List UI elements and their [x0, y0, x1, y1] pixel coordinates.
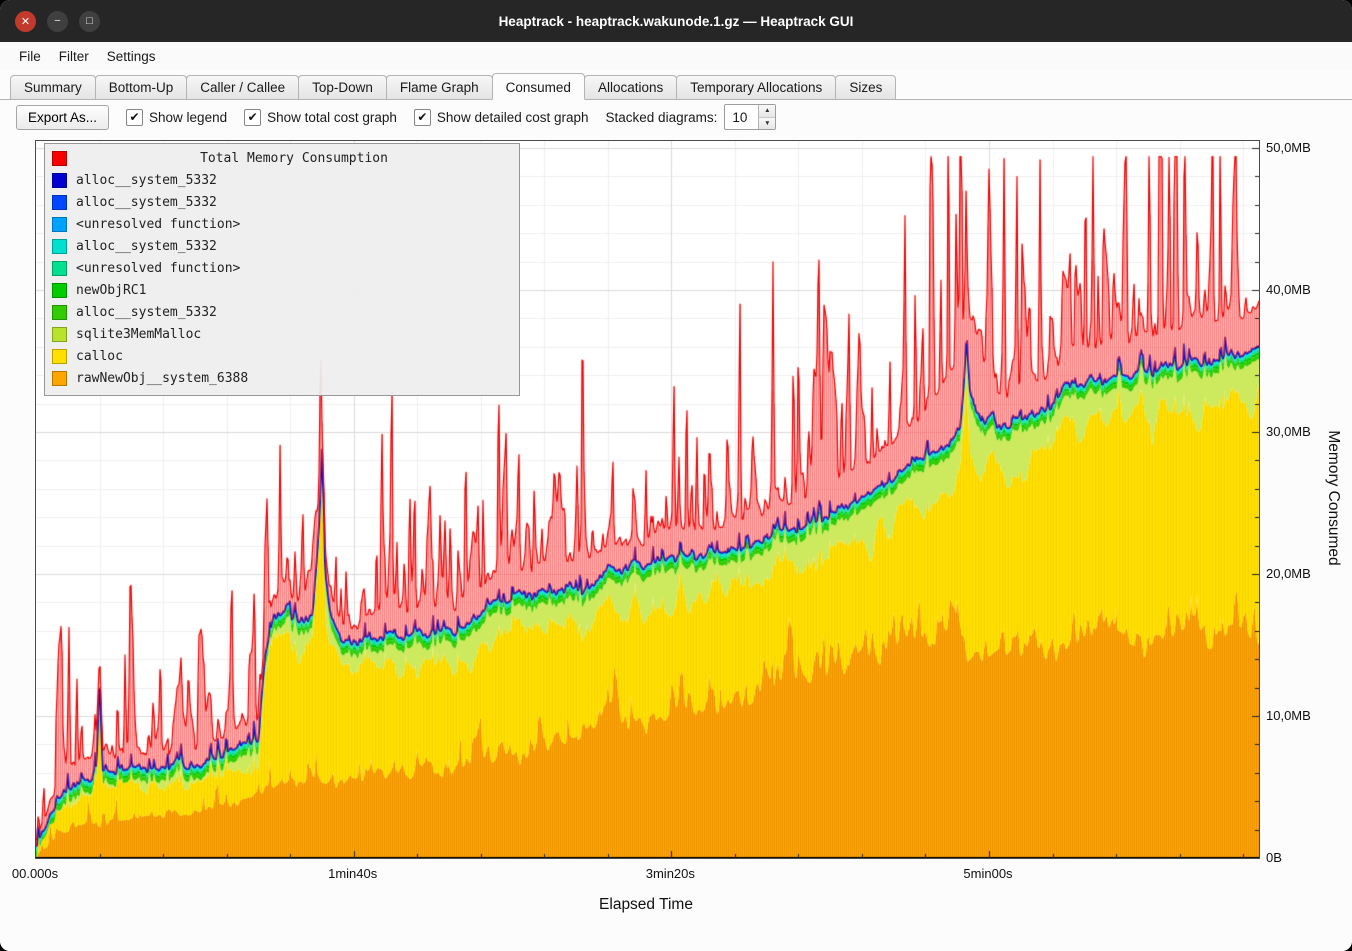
legend-swatch-icon: [52, 327, 67, 342]
legend-label: rawNewObj__system_6388: [76, 371, 248, 386]
maximize-button[interactable]: □: [79, 11, 100, 32]
legend-item: rawNewObj__system_6388: [52, 367, 512, 389]
stacked-diagrams-spinbox[interactable]: 10 ▲ ▼: [724, 104, 776, 130]
chart-region: Total Memory Consumption alloc__system_53…: [0, 134, 1352, 951]
legend-swatch-icon: [52, 195, 67, 210]
tab-consumed[interactable]: Consumed: [492, 73, 585, 100]
minimize-button[interactable]: −: [47, 11, 68, 32]
y-axis-title: Memory Consumed: [1324, 430, 1342, 565]
x-axis-title: Elapsed Time: [599, 896, 693, 914]
checkbox-icon[interactable]: ✔: [126, 109, 143, 126]
legend-swatch-icon: [52, 239, 67, 254]
y-axis: 0B10,0MB20,0MB30,0MB40,0MB50,0MB: [1266, 140, 1328, 857]
legend-item: alloc__system_5332: [52, 235, 512, 257]
legend-label: alloc__system_5332: [76, 173, 217, 188]
legend-item: alloc__system_5332: [52, 301, 512, 323]
legend-swatch-icon: [52, 173, 67, 188]
x-tick-label: 3min20s: [646, 866, 695, 881]
checkbox-show-detailed-cost-graph[interactable]: ✔ Show detailed cost graph: [414, 109, 589, 126]
legend-item: newObjRC1: [52, 279, 512, 301]
legend-swatch-icon: [52, 261, 67, 276]
x-axis: 00.000s1min40s3min20s5min00s: [35, 866, 1258, 884]
checkbox-label: Show legend: [149, 110, 227, 125]
tab-allocations[interactable]: Allocations: [584, 75, 677, 99]
tab-flame-graph[interactable]: Flame Graph: [386, 75, 493, 99]
legend-label: sqlite3MemMalloc: [76, 327, 201, 342]
legend-item: calloc: [52, 345, 512, 367]
export-as-button[interactable]: Export As...: [16, 105, 109, 130]
legend-swatch-icon: [52, 305, 67, 320]
y-tick-label: 40,0MB: [1266, 282, 1311, 297]
toolbar-checkboxes: ✔ Show legend ✔ Show total cost graph ✔ Show …: [126, 109, 589, 126]
y-tick-label: 20,0MB: [1266, 566, 1311, 581]
tab-summary[interactable]: Summary: [10, 75, 96, 99]
legend-swatch-icon: [52, 371, 67, 386]
close-button[interactable]: ✕: [15, 11, 36, 32]
window-title: Heaptrack - heaptrack.wakunode.1.gz — He…: [0, 14, 1352, 29]
window-controls: ✕ − □: [15, 11, 100, 32]
legend-label: Total Memory Consumption: [76, 151, 512, 166]
stacked-diagrams-control: Stacked diagrams: 10 ▲ ▼: [606, 104, 777, 130]
legend-swatch-icon: [52, 151, 67, 166]
legend-item: <unresolved function>: [52, 257, 512, 279]
legend-label: newObjRC1: [76, 283, 146, 298]
legend: Total Memory Consumption alloc__system_53…: [44, 143, 520, 396]
tab-caller-callee[interactable]: Caller / Callee: [186, 75, 299, 99]
tab-sizes[interactable]: Sizes: [835, 75, 896, 99]
legend-swatch-icon: [52, 283, 67, 298]
menu-file[interactable]: File: [10, 45, 50, 68]
legend-item: sqlite3MemMalloc: [52, 323, 512, 345]
legend-item: <unresolved function>: [52, 213, 512, 235]
y-tick-label: 50,0MB: [1266, 140, 1311, 155]
tabbar: SummaryBottom-UpCaller / CalleeTop-DownF…: [0, 70, 1352, 100]
x-tick-label: 5min00s: [963, 866, 1012, 881]
legend-label: alloc__system_5332: [76, 305, 217, 320]
y-tick-label: 10,0MB: [1266, 708, 1311, 723]
toolbar: Export As... ✔ Show legend ✔ Show total cos…: [0, 100, 1352, 134]
x-tick-label: 1min40s: [328, 866, 377, 881]
checkbox-label: Show detailed cost graph: [437, 110, 589, 125]
y-tick-label: 30,0MB: [1266, 424, 1311, 439]
menu-filter[interactable]: Filter: [50, 45, 98, 68]
legend-label: alloc__system_5332: [76, 239, 217, 254]
menu-settings[interactable]: Settings: [98, 45, 165, 68]
stacked-diagrams-label: Stacked diagrams:: [606, 110, 718, 125]
x-tick-label: 00.000s: [12, 866, 58, 881]
legend-swatch-icon: [52, 217, 67, 232]
tab-temporary-allocations[interactable]: Temporary Allocations: [676, 75, 836, 99]
legend-item: alloc__system_5332: [52, 191, 512, 213]
checkbox-label: Show total cost graph: [267, 110, 397, 125]
spin-up-icon[interactable]: ▲: [759, 105, 775, 118]
legend-label: <unresolved function>: [76, 217, 240, 232]
legend-label: calloc: [76, 349, 123, 364]
spin-buttons: ▲ ▼: [758, 105, 775, 129]
legend-label: alloc__system_5332: [76, 195, 217, 210]
heaptrack-window: ✕ − □ Heaptrack - heaptrack.wakunode.1.g…: [0, 0, 1352, 951]
checkbox-icon[interactable]: ✔: [414, 109, 431, 126]
spin-down-icon[interactable]: ▼: [759, 118, 775, 130]
checkbox-show-total-cost-graph[interactable]: ✔ Show total cost graph: [244, 109, 397, 126]
legend-item: alloc__system_5332: [52, 169, 512, 191]
checkbox-show-legend[interactable]: ✔ Show legend: [126, 109, 227, 126]
legend-label: <unresolved function>: [76, 261, 240, 276]
plot-area: Total Memory Consumption alloc__system_53…: [35, 140, 1260, 859]
legend-title-row: Total Memory Consumption: [52, 147, 512, 169]
tab-bottom-up[interactable]: Bottom-Up: [95, 75, 188, 99]
menubar: FileFilterSettings: [0, 42, 1352, 70]
y-tick-label: 0B: [1266, 850, 1282, 865]
legend-swatch-icon: [52, 349, 67, 364]
titlebar[interactable]: ✕ − □ Heaptrack - heaptrack.wakunode.1.g…: [0, 0, 1352, 42]
tab-top-down[interactable]: Top-Down: [298, 75, 387, 99]
checkbox-icon[interactable]: ✔: [244, 109, 261, 126]
stacked-diagrams-value[interactable]: 10: [725, 105, 758, 129]
